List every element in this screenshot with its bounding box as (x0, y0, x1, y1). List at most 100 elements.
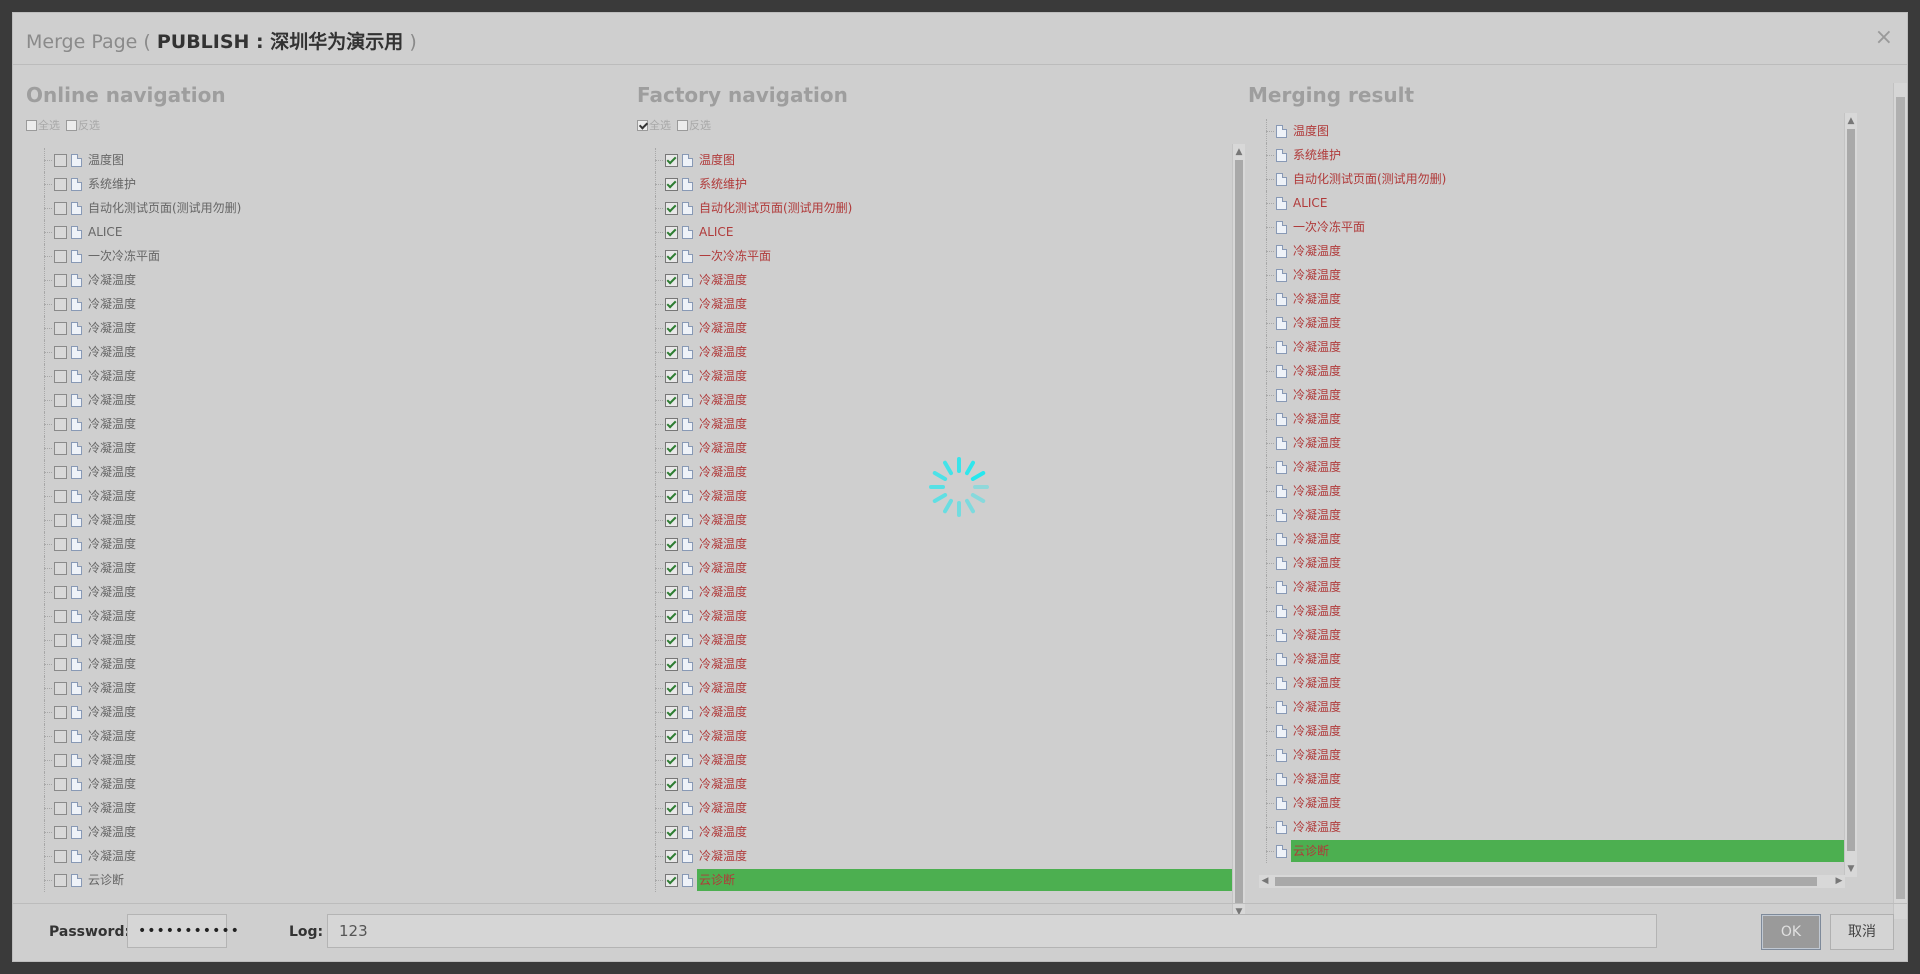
node-checkbox[interactable] (665, 489, 678, 503)
node-label[interactable]: 冷凝温度 (1291, 648, 1343, 670)
tree-node[interactable]: 冷凝温度 (1259, 743, 1851, 767)
node-checkbox[interactable] (54, 609, 67, 623)
node-label[interactable]: 冷凝温度 (86, 317, 138, 339)
node-checkbox[interactable] (665, 873, 678, 887)
node-label[interactable]: 冷凝温度 (86, 341, 138, 363)
tree-node[interactable]: 冷凝温度 (1259, 335, 1851, 359)
node-label[interactable]: 冷凝温度 (697, 269, 749, 291)
node-checkbox[interactable] (665, 465, 678, 479)
node-label[interactable]: ALICE (1291, 192, 1329, 214)
node-checkbox[interactable] (54, 273, 67, 287)
node-label[interactable]: 冷凝温度 (86, 509, 138, 531)
tree-node[interactable]: 冷凝温度 (37, 556, 597, 580)
tree-node[interactable]: 冷凝温度 (37, 412, 597, 436)
node-checkbox[interactable] (665, 633, 678, 647)
online-invert-checkbox[interactable] (66, 119, 77, 131)
tree-node[interactable]: 自动化测试页面(测试用勿删) (37, 196, 597, 220)
node-label[interactable]: 冷凝温度 (86, 557, 138, 579)
tree-node[interactable]: 冷凝温度 (37, 292, 597, 316)
node-checkbox[interactable] (665, 729, 678, 743)
node-checkbox[interactable] (665, 753, 678, 767)
node-label[interactable]: 冷凝温度 (1291, 288, 1343, 310)
tree-node[interactable]: 冷凝温度 (648, 796, 1244, 820)
scroll-up-icon[interactable]: ▲ (1845, 115, 1857, 127)
tree-node[interactable]: 温度图 (1259, 119, 1851, 143)
node-label[interactable]: 冷凝温度 (86, 797, 138, 819)
factory-vertical-scrollbar[interactable]: ▲ ▼ (1232, 144, 1245, 920)
tree-node[interactable]: 冷凝温度 (648, 820, 1244, 844)
tree-node[interactable]: 冷凝温度 (648, 604, 1244, 628)
node-label[interactable]: 一次冷冻平面 (697, 245, 773, 267)
node-label[interactable]: 冷凝温度 (1291, 456, 1343, 478)
tree-node[interactable]: 一次冷冻平面 (648, 244, 1244, 268)
node-checkbox[interactable] (54, 513, 67, 527)
tree-node[interactable]: 冷凝温度 (648, 316, 1244, 340)
node-label[interactable]: 冷凝温度 (697, 365, 749, 387)
node-checkbox[interactable] (54, 705, 67, 719)
node-label[interactable]: 冷凝温度 (86, 821, 138, 843)
node-label[interactable]: 自动化测试页面(测试用勿删) (86, 197, 243, 219)
node-label[interactable]: 冷凝温度 (697, 725, 749, 747)
tree-node[interactable]: 温度图 (37, 148, 597, 172)
tree-node[interactable]: 冷凝温度 (648, 580, 1244, 604)
node-label[interactable]: 系统维护 (697, 173, 749, 195)
node-label[interactable]: 一次冷冻平面 (1291, 216, 1367, 238)
node-label[interactable]: 冷凝温度 (86, 533, 138, 555)
dialog-vertical-scrollbar[interactable] (1893, 83, 1907, 919)
node-checkbox[interactable] (54, 201, 67, 215)
node-label[interactable]: 冷凝温度 (86, 485, 138, 507)
node-label[interactable]: 冷凝温度 (1291, 576, 1343, 598)
tree-node[interactable]: 冷凝温度 (648, 364, 1244, 388)
node-checkbox[interactable] (54, 825, 67, 839)
node-label[interactable]: 自动化测试页面(测试用勿删) (697, 197, 854, 219)
node-label[interactable]: 冷凝温度 (86, 293, 138, 315)
node-checkbox[interactable] (665, 681, 678, 695)
node-label[interactable]: 冷凝温度 (86, 365, 138, 387)
node-label[interactable]: 冷凝温度 (1291, 624, 1343, 646)
node-label[interactable]: 温度图 (697, 149, 737, 171)
node-checkbox[interactable] (665, 225, 678, 239)
tree-node[interactable]: 冷凝温度 (1259, 791, 1851, 815)
tree-node[interactable]: 冷凝温度 (1259, 623, 1851, 647)
tree-node[interactable]: 冷凝温度 (1259, 239, 1851, 263)
node-label[interactable]: 冷凝温度 (1291, 240, 1343, 262)
node-checkbox[interactable] (665, 585, 678, 599)
node-label[interactable]: 冷凝温度 (86, 389, 138, 411)
node-checkbox[interactable] (54, 225, 67, 239)
tree-node[interactable]: 冷凝温度 (1259, 671, 1851, 695)
node-label[interactable]: 冷凝温度 (1291, 720, 1343, 742)
tree-node[interactable]: 冷凝温度 (37, 388, 597, 412)
node-label[interactable]: 冷凝温度 (697, 677, 749, 699)
node-label[interactable]: 冷凝温度 (697, 797, 749, 819)
tree-node[interactable]: 冷凝温度 (1259, 479, 1851, 503)
tree-node[interactable]: 云诊断 (1259, 839, 1851, 863)
node-label[interactable]: 冷凝温度 (697, 437, 749, 459)
tree-node[interactable]: 冷凝温度 (37, 484, 597, 508)
node-label[interactable]: 冷凝温度 (697, 653, 749, 675)
tree-node[interactable]: 冷凝温度 (648, 532, 1244, 556)
node-checkbox[interactable] (54, 489, 67, 503)
node-label[interactable]: 冷凝温度 (1291, 360, 1343, 382)
node-label[interactable]: 冷凝温度 (1291, 504, 1343, 526)
tree-node[interactable]: 系统维护 (648, 172, 1244, 196)
node-label[interactable]: 冷凝温度 (1291, 744, 1343, 766)
tree-node[interactable]: 冷凝温度 (648, 652, 1244, 676)
node-label[interactable]: 系统维护 (86, 173, 138, 195)
node-checkbox[interactable] (54, 465, 67, 479)
tree-node[interactable]: 冷凝温度 (1259, 359, 1851, 383)
tree-node[interactable]: 冷凝温度 (648, 748, 1244, 772)
tree-node[interactable]: 冷凝温度 (648, 268, 1244, 292)
node-label[interactable]: 冷凝温度 (1291, 768, 1343, 790)
node-label[interactable]: 冷凝温度 (1291, 312, 1343, 334)
node-label[interactable]: 冷凝温度 (697, 461, 749, 483)
tree-node[interactable]: 冷凝温度 (1259, 527, 1851, 551)
node-checkbox[interactable] (54, 393, 67, 407)
node-label[interactable]: 冷凝温度 (86, 413, 138, 435)
tree-node[interactable]: 冷凝温度 (648, 700, 1244, 724)
tree-node[interactable]: 云诊断 (37, 868, 597, 892)
node-checkbox[interactable] (665, 537, 678, 551)
node-checkbox[interactable] (665, 249, 678, 263)
node-checkbox[interactable] (54, 873, 67, 887)
node-checkbox[interactable] (665, 273, 678, 287)
online-select-all-checkbox[interactable] (26, 119, 37, 131)
